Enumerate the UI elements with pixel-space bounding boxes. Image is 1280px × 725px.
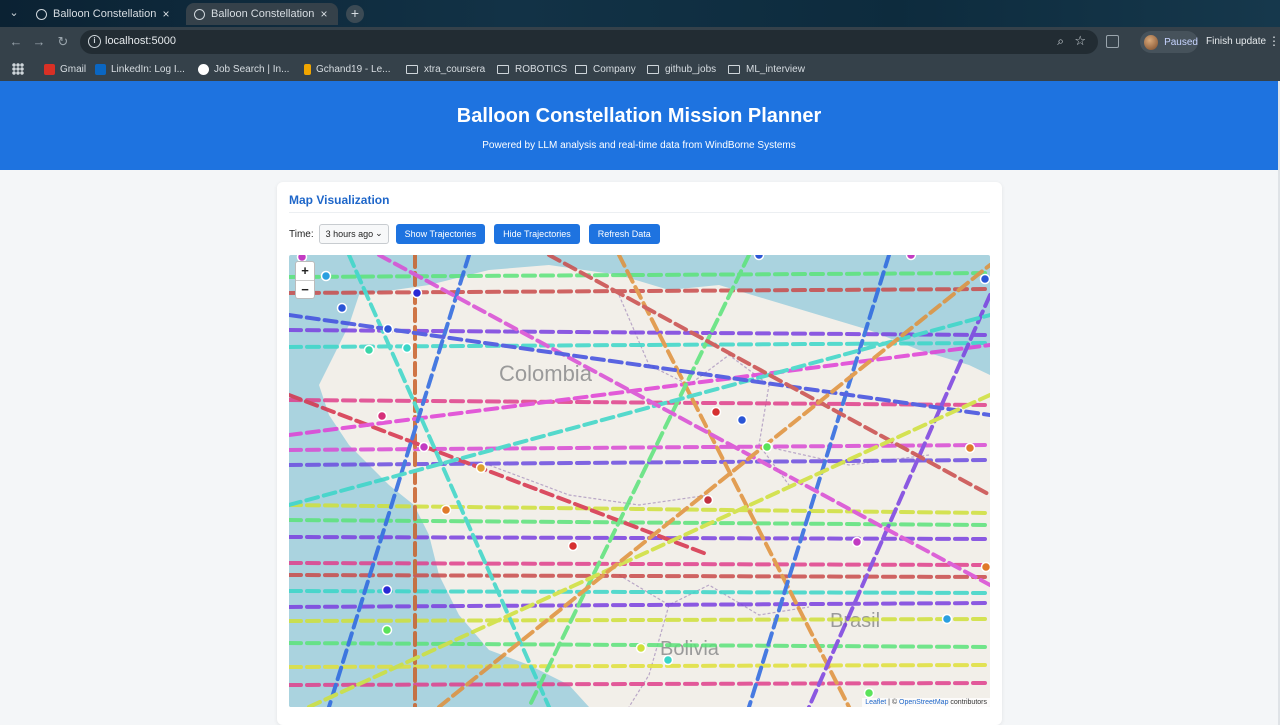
extensions-icon[interactable] [1106, 35, 1119, 48]
bookmark-folder-robotics[interactable]: ROBOTICS [497, 61, 567, 77]
map-attribution: Leaflet | © OpenStreetMap contributors [862, 698, 990, 707]
globe-icon [36, 8, 47, 20]
balloon-marker[interactable] [863, 687, 875, 699]
leetcode-icon [304, 63, 311, 75]
map-canvas[interactable]: Colombia Brasil Bolivia + − Leaflet | © … [289, 255, 990, 707]
browser-tab-strip: ⌄ Balloon Constellation Mi × Balloon Con… [0, 0, 1280, 27]
balloon-marker[interactable] [382, 323, 394, 335]
balloon-marker[interactable] [662, 654, 674, 666]
site-info-icon[interactable]: i [88, 35, 101, 48]
map-controls: Time: 3 hours ago ⌄ Show Trajectories Hi… [289, 224, 669, 244]
bookmark-leetcode[interactable]: Gchand19 - Le... [304, 61, 391, 77]
more-menu-icon[interactable]: ⋮ [1268, 34, 1280, 48]
balloon-marker[interactable] [980, 561, 991, 573]
balloon-marker[interactable] [381, 584, 393, 596]
balloon-marker[interactable] [851, 536, 863, 548]
time-select-value: 3 hours ago [325, 229, 374, 239]
balloon-marker[interactable] [567, 540, 579, 552]
balloon-marker[interactable] [702, 494, 714, 506]
hide-trajectories-button[interactable]: Hide Trajectories [494, 224, 580, 244]
zoom-in-button[interactable]: + [296, 262, 314, 280]
attribution-tail: contributors [948, 699, 987, 706]
bookmark-folder-github-jobs[interactable]: github_jobs [647, 61, 716, 77]
balloon-marker[interactable] [411, 287, 423, 299]
balloon-marker[interactable] [736, 414, 748, 426]
bookmark-star-icon[interactable]: ☆ [1074, 33, 1086, 49]
show-trajectories-button[interactable]: Show Trajectories [395, 224, 486, 244]
close-icon[interactable]: × [160, 7, 172, 21]
finish-update-button[interactable]: Finish update [1206, 36, 1266, 47]
bookmark-folder-coursera[interactable]: xtra_coursera [406, 61, 485, 77]
new-tab-button[interactable]: + [346, 5, 364, 23]
folder-icon [497, 64, 509, 74]
balloon-marker[interactable] [363, 344, 375, 356]
tab-search-icon[interactable]: ⌄ [6, 5, 22, 21]
bookmark-folder-company[interactable]: Company [575, 61, 636, 77]
balloon-marker[interactable] [941, 613, 953, 625]
apps-grid-icon[interactable] [12, 63, 24, 75]
map-svg[interactable]: Colombia Brasil Bolivia [289, 255, 990, 707]
attribution-separator: | © [886, 699, 900, 706]
page-title: Balloon Constellation Mission Planner [456, 105, 822, 127]
balloon-marker[interactable] [710, 406, 722, 418]
avatar [1144, 34, 1159, 50]
chevron-down-icon: ⌄ [375, 228, 383, 238]
bookmark-folder-ml-interview[interactable]: ML_interview [728, 61, 805, 77]
refresh-data-button[interactable]: Refresh Data [588, 224, 660, 244]
section-title: Map Visualization [289, 193, 390, 207]
balloon-marker[interactable] [964, 442, 976, 454]
job-search-icon [198, 63, 209, 75]
osm-link[interactable]: OpenStreetMap [899, 699, 948, 706]
folder-icon [647, 64, 659, 74]
balloon-marker[interactable] [979, 273, 990, 285]
bookmarks-bar: Gmail LinkedIn: Log I... Job Search | In… [0, 57, 1280, 81]
balloon-marker[interactable] [401, 342, 413, 354]
close-icon[interactable]: × [318, 7, 330, 21]
bookmark-gmail[interactable]: Gmail [44, 61, 86, 77]
browser-tab-2[interactable]: Balloon Constellation Mi × [186, 3, 338, 25]
browser-toolbar: ← → ↻ i localhost:5000 ⌕ ☆ Paused Finish… [0, 27, 1280, 57]
balloon-marker[interactable] [635, 642, 647, 654]
zoom-control: + − [295, 261, 315, 299]
zoom-out-button[interactable]: − [296, 280, 314, 298]
linkedin-icon [95, 63, 106, 75]
time-label: Time: [289, 228, 314, 240]
zoom-icon[interactable]: ⌕ [1057, 34, 1064, 49]
profile-status: Paused [1164, 36, 1198, 48]
gmail-icon [44, 63, 55, 75]
folder-icon [406, 64, 418, 74]
folder-icon [575, 64, 587, 74]
page-header: Balloon Constellation Mission Planner Po… [0, 81, 1278, 170]
balloon-marker[interactable] [336, 302, 348, 314]
time-select[interactable]: 3 hours ago ⌄ [318, 224, 389, 244]
balloon-marker[interactable] [418, 441, 430, 453]
tab-title: Balloon Constellation Mi [53, 8, 160, 20]
balloon-marker[interactable] [320, 270, 332, 282]
page-subtitle: Powered by LLM analysis and real-time da… [482, 140, 796, 151]
reload-icon[interactable]: ↻ [55, 34, 71, 50]
profile-button[interactable]: Paused [1140, 31, 1198, 53]
balloon-marker[interactable] [376, 410, 388, 422]
browser-tab-1[interactable]: Balloon Constellation Mi × [28, 3, 180, 25]
bookmark-linkedin[interactable]: LinkedIn: Log I... [95, 61, 185, 77]
balloon-marker[interactable] [761, 441, 773, 453]
balloon-marker[interactable] [440, 504, 452, 516]
tab-title: Balloon Constellation Mi [211, 8, 318, 20]
folder-icon [728, 64, 740, 74]
globe-icon [194, 8, 205, 20]
balloon-marker[interactable] [905, 255, 917, 261]
balloon-marker[interactable] [753, 255, 765, 261]
bookmark-job-search[interactable]: Job Search | In... [198, 61, 289, 77]
balloon-marker[interactable] [381, 624, 393, 636]
leaflet-link[interactable]: Leaflet [865, 699, 886, 706]
balloon-marker[interactable] [475, 462, 487, 474]
forward-arrow-icon[interactable]: → [31, 34, 47, 50]
divider [289, 212, 990, 213]
back-arrow-icon[interactable]: ← [8, 34, 24, 50]
url-text: localhost:5000 [105, 35, 176, 47]
address-bar[interactable]: i localhost:5000 ⌕ ☆ [80, 30, 1098, 54]
